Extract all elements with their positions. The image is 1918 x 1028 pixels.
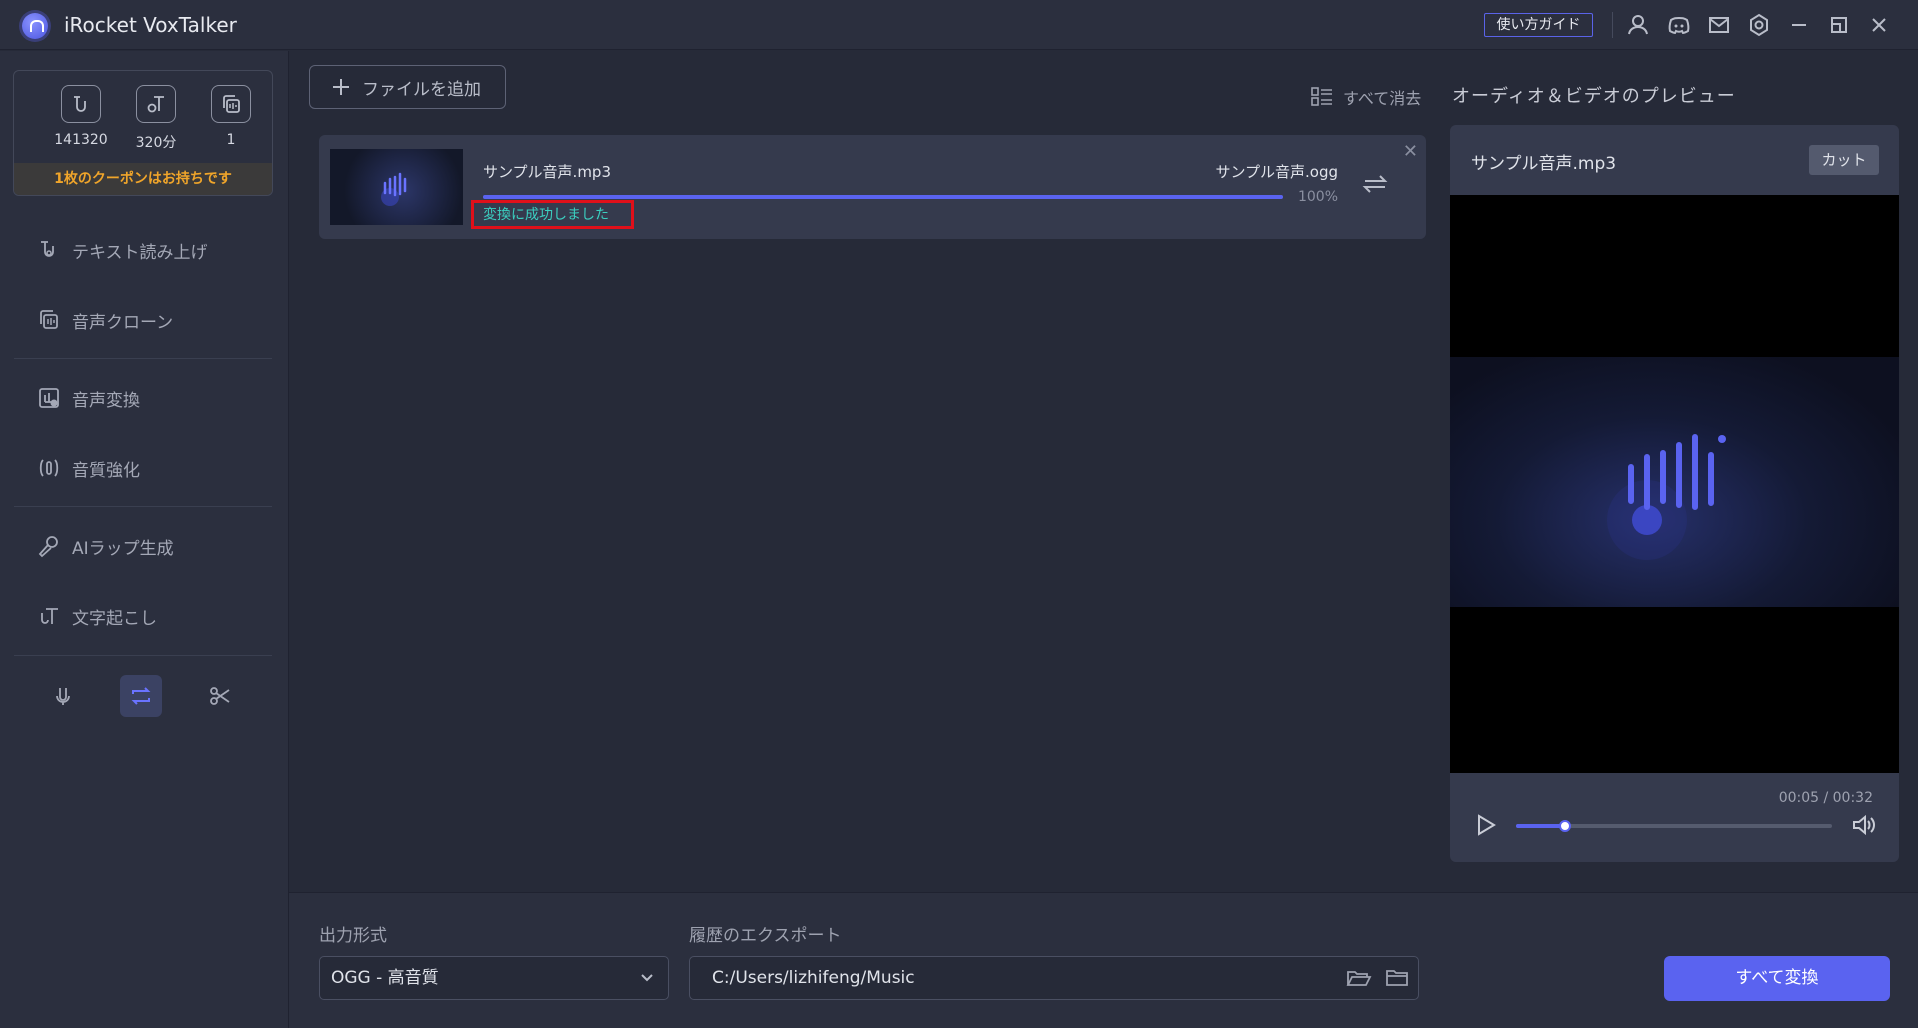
export-path-value: C:/Users/lizhifeng/Music: [712, 968, 915, 988]
nav-label: 文字起こし: [72, 608, 157, 629]
list-icon: [1311, 87, 1332, 106]
progress-percent: 100%: [1297, 189, 1338, 205]
minimize-icon[interactable]: [1786, 12, 1812, 38]
stat-clones: 1: [201, 85, 261, 148]
nav-label: テキスト読み上げ: [72, 242, 208, 263]
stat-value: 1: [226, 132, 236, 148]
nav-item-text-to-speech[interactable]: テキスト読み上げ: [36, 237, 208, 263]
preview-title: オーディオ＆ビデオのプレビュー: [1452, 86, 1736, 107]
playback-time: 00:05 / 00:32: [1778, 790, 1873, 806]
add-file-label: ファイルを追加: [362, 79, 481, 100]
title-bar: iRocket VoxTalker 使い方ガイド: [0, 0, 1918, 50]
chevron-down-icon: [640, 957, 654, 1015]
play-icon[interactable]: [1476, 814, 1496, 840]
audio-visual-art: [1450, 357, 1899, 607]
titlebar-divider: [1612, 12, 1613, 38]
nav-divider: [14, 655, 272, 656]
convert-tool-icon[interactable]: [120, 675, 162, 717]
mic-tool-icon[interactable]: [42, 675, 84, 717]
remove-file-icon[interactable]: ✕: [1403, 141, 1418, 162]
maximize-icon[interactable]: [1826, 12, 1852, 38]
transcribe-icon: [41, 608, 58, 624]
user-icon[interactable]: [1625, 12, 1651, 38]
app-title: iRocket VoxTalker: [64, 13, 237, 37]
nav-item-audio-enhance[interactable]: 音質強化: [36, 455, 140, 481]
cut-tool-icon[interactable]: [199, 675, 241, 717]
nav-item-voice-change[interactable]: 音声変換: [36, 385, 140, 411]
export-history-label: 履歴のエクスポート: [689, 926, 842, 946]
convert-all-button[interactable]: すべて変換: [1664, 956, 1890, 1001]
cut-button[interactable]: カット: [1809, 145, 1879, 175]
text-to-speech-icon: [41, 241, 54, 257]
nav-label: 音声クローン: [72, 312, 174, 333]
seek-fill: [1516, 824, 1566, 828]
audio-enhance-icon: [39, 459, 59, 477]
tts-icon: [61, 85, 101, 123]
volume-icon[interactable]: [1851, 813, 1877, 841]
app-logo-icon: [22, 13, 48, 39]
nav-label: AIラップ生成: [72, 538, 174, 559]
format-value: OGG - 高音質: [331, 968, 439, 988]
seek-handle[interactable]: [1559, 820, 1572, 832]
output-file-name: サンプル音声.ogg: [1215, 163, 1338, 181]
usage-stats-card: 141320 320分 1 1枚のクーポンはお持ちです: [13, 70, 273, 196]
close-icon[interactable]: [1866, 12, 1892, 38]
clear-all-button[interactable]: すべて消去: [1311, 85, 1421, 109]
conversion-progress: [483, 195, 1283, 199]
nav-label: 音声変換: [72, 390, 140, 411]
voice-change-icon: [39, 388, 59, 408]
input-file-name: サンプル音声.mp3: [483, 163, 611, 181]
discord-icon[interactable]: [1666, 12, 1692, 38]
guide-button[interactable]: 使い方ガイド: [1484, 13, 1593, 37]
file-thumbnail: [330, 149, 463, 225]
file-item: サンプル音声.mp3 サンプル音声.ogg 100% 変換に成功しました ✕: [319, 135, 1426, 239]
nav-item-voice-clone[interactable]: 音声クローン: [36, 307, 173, 333]
nav-label: 音質強化: [72, 460, 140, 481]
minutes-icon: [136, 85, 176, 123]
nav-divider: [14, 506, 272, 507]
progress-fill: [483, 195, 1283, 199]
nav-item-ai-rap[interactable]: AIラップ生成: [36, 533, 174, 559]
stat-value: 141320: [54, 132, 108, 148]
voice-clone-icon: [40, 310, 58, 329]
folder-icon[interactable]: [1384, 965, 1410, 991]
preview-file-name: サンプル音声.mp3: [1471, 154, 1617, 174]
coupon-banner[interactable]: 1枚のクーポンはお持ちです: [14, 163, 272, 195]
output-format-select[interactable]: OGG - 高音質: [319, 956, 669, 1000]
add-file-button[interactable]: ファイルを追加: [309, 65, 506, 109]
stat-minutes: 320分: [126, 85, 186, 152]
plus-icon: [333, 79, 349, 95]
mail-icon[interactable]: [1706, 12, 1732, 38]
output-settings-bar: 出力形式 OGG - 高音質 履歴のエクスポート C:/Users/lizhif…: [289, 892, 1918, 1028]
output-format-label: 出力形式: [319, 926, 387, 946]
clear-all-label: すべて消去: [1343, 89, 1422, 108]
conversion-status: 変換に成功しました: [483, 207, 609, 223]
sidebar: 141320 320分 1 1枚のクーポンはお持ちです テキスト読み上げ 音声ク…: [0, 51, 289, 1028]
clone-count-icon: [211, 85, 251, 123]
video-player[interactable]: [1450, 195, 1899, 773]
seek-bar[interactable]: [1516, 820, 1832, 832]
stat-tts: 141320: [51, 85, 111, 148]
swap-icon[interactable]: [1362, 171, 1388, 201]
preview-panel: サンプル音声.mp3 カット 00:05 / 00:32: [1450, 125, 1899, 862]
stat-value: 320分: [135, 135, 177, 151]
export-path-field[interactable]: C:/Users/lizhifeng/Music: [689, 956, 1419, 1000]
settings-icon[interactable]: [1746, 12, 1772, 38]
microphone-icon: [38, 536, 58, 558]
nav-item-transcribe[interactable]: 文字起こし: [36, 603, 157, 629]
nav-divider: [14, 358, 272, 359]
open-folder-icon[interactable]: [1346, 965, 1372, 991]
